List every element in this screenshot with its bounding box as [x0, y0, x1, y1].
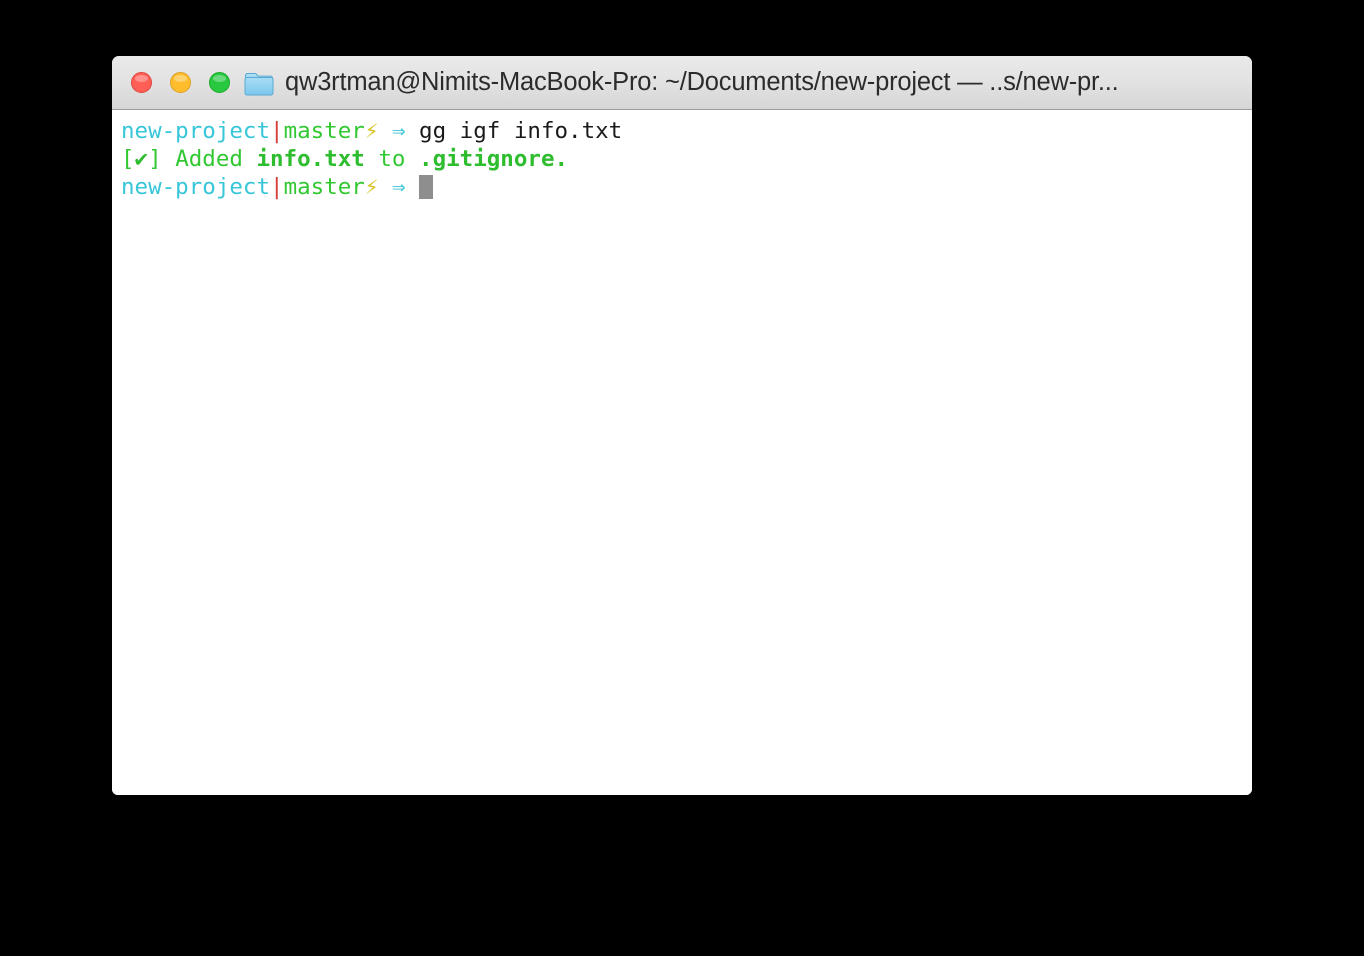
prompt-branch: master	[283, 118, 365, 144]
desktop-background: qw3rtman@Nimits-MacBook-Pro: ~/Documents…	[0, 0, 1364, 956]
minimize-button[interactable]	[170, 72, 191, 93]
prompt-branch: master	[283, 174, 365, 200]
terminal-cursor[interactable]	[419, 175, 434, 199]
prompt-directory: new-project	[121, 118, 271, 144]
prompt-arrow-icon: ⇒	[391, 118, 406, 144]
prompt-arrow-icon: ⇒	[391, 174, 406, 200]
window-title-group: qw3rtman@Nimits-MacBook-Pro: ~/Documents…	[244, 68, 1252, 97]
folder-icon	[244, 72, 274, 95]
prompt-dirty-icon: ⚡	[364, 118, 379, 144]
check-icon: ✔	[134, 146, 149, 172]
window-controls	[131, 72, 230, 93]
maximize-button[interactable]	[209, 72, 230, 93]
terminal-line: new-project|master⚡ ⇒	[121, 173, 1252, 201]
close-button[interactable]	[131, 72, 152, 93]
output-subject: info.txt	[256, 146, 365, 172]
status-bracket-close: ]	[148, 146, 162, 172]
prompt-directory: new-project	[121, 174, 271, 200]
output-preposition: to	[378, 146, 406, 172]
terminal-line: new-project|master⚡ ⇒ gg igf info.txt	[121, 117, 1252, 145]
window-title: qw3rtman@Nimits-MacBook-Pro: ~/Documents…	[285, 68, 1119, 96]
output-verb: Added	[175, 146, 243, 172]
prompt-separator: |	[270, 118, 284, 144]
status-bracket-open: [	[121, 146, 135, 172]
terminal-line: [✔] Added info.txt to .gitignore.	[121, 145, 1252, 173]
output-target: .gitignore.	[419, 146, 569, 172]
terminal-command: gg igf info.txt	[419, 118, 623, 144]
window-titlebar[interactable]: qw3rtman@Nimits-MacBook-Pro: ~/Documents…	[112, 56, 1252, 110]
prompt-separator: |	[270, 174, 284, 200]
terminal-window: qw3rtman@Nimits-MacBook-Pro: ~/Documents…	[112, 56, 1252, 795]
terminal-output-area[interactable]: new-project|master⚡ ⇒ gg igf info.txt [✔…	[112, 111, 1252, 795]
prompt-dirty-icon: ⚡	[364, 174, 379, 200]
